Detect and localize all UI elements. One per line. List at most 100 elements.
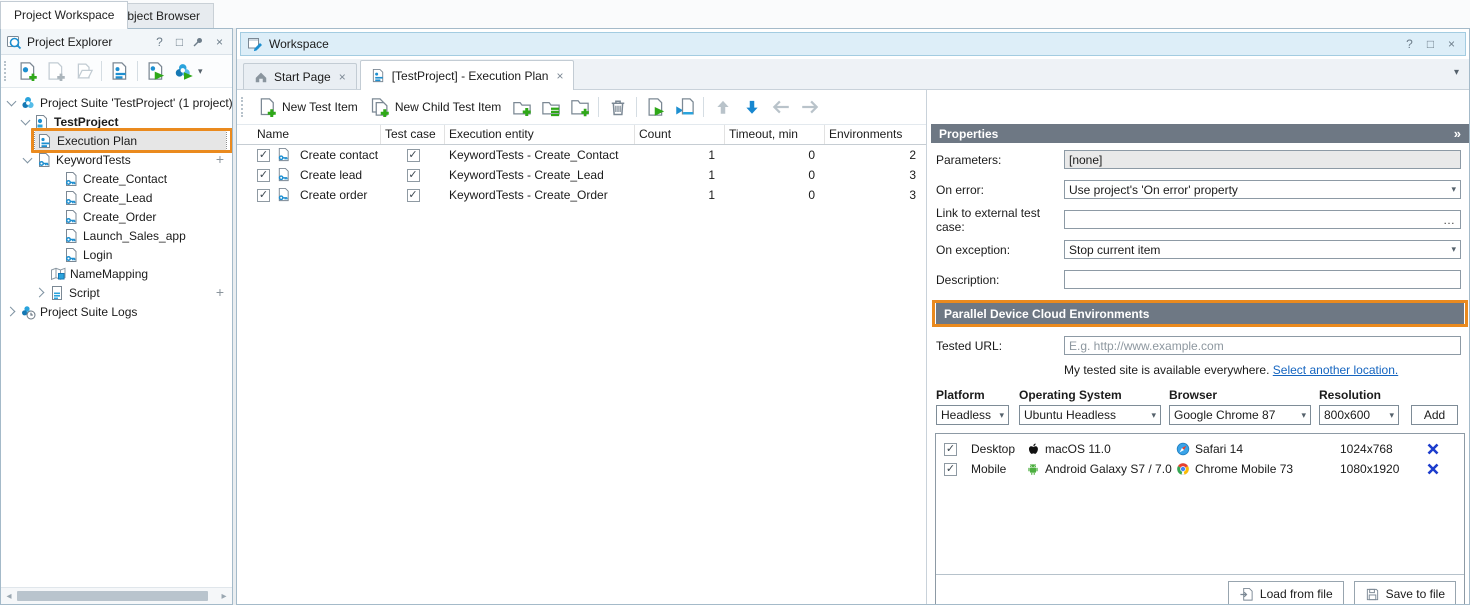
column-header-timeout[interactable]: Timeout, min bbox=[725, 125, 825, 144]
horizontal-scrollbar[interactable]: ◂ ▸ bbox=[1, 587, 232, 604]
toolbar-grip[interactable] bbox=[241, 97, 247, 117]
tree-item-keywordtests[interactable]: KeywordTests + bbox=[1, 150, 232, 169]
maximize-icon[interactable]: □ bbox=[172, 35, 187, 49]
delete-item-button[interactable] bbox=[604, 94, 631, 120]
row-checkbox[interactable]: ✓ bbox=[257, 169, 270, 182]
tree-item-launch-sales-app[interactable]: Launch_Sales_app bbox=[1, 226, 232, 245]
add-new-project-button[interactable] bbox=[14, 58, 41, 84]
tree-item-create-contact[interactable]: Create_Contact bbox=[1, 169, 232, 188]
tested-url-field[interactable] bbox=[1064, 336, 1461, 355]
run-project-button[interactable] bbox=[142, 58, 169, 84]
execution-plan-icon bbox=[37, 133, 53, 149]
select-another-location-link[interactable]: Select another location. bbox=[1273, 363, 1398, 377]
run-project-suite-button[interactable] bbox=[170, 58, 197, 84]
add-environment-button[interactable]: Add bbox=[1411, 405, 1458, 425]
group-items-button[interactable] bbox=[537, 94, 564, 120]
tree-item-create-lead[interactable]: Create_Lead bbox=[1, 188, 232, 207]
pin-icon[interactable] bbox=[192, 36, 207, 48]
add-keyword-test-icon[interactable]: + bbox=[216, 151, 224, 167]
tab-project-workspace[interactable]: Project Workspace bbox=[0, 1, 128, 29]
toolbar-grip[interactable] bbox=[4, 61, 10, 81]
device-checkbox[interactable]: ✓ bbox=[944, 443, 957, 456]
link-external-input[interactable] bbox=[1069, 212, 1443, 227]
add-script-icon[interactable]: + bbox=[216, 284, 224, 300]
add-to-group-button[interactable] bbox=[566, 94, 593, 120]
column-header-count[interactable]: Count bbox=[635, 125, 725, 144]
operating-system-dropdown[interactable]: Ubuntu Headless▾ bbox=[1019, 405, 1161, 425]
table-row[interactable]: ✓Create contact ✓ KeywordTests - Create_… bbox=[237, 145, 926, 165]
column-header-name[interactable]: Name bbox=[237, 125, 381, 144]
move-right-button-disabled[interactable] bbox=[796, 94, 823, 120]
delete-device-icon[interactable] bbox=[1426, 462, 1440, 476]
platform-dropdown[interactable]: Headless▾ bbox=[936, 405, 1009, 425]
device-row-mobile[interactable]: ✓ Mobile Android Galaxy S7 / 7.0 Chrome … bbox=[936, 459, 1464, 479]
selected-tree-item[interactable]: Execution Plan bbox=[35, 131, 226, 150]
table-row[interactable]: ✓Create lead ✓ KeywordTests - Create_Lea… bbox=[237, 165, 926, 185]
tree-item-testproject[interactable]: TestProject bbox=[1, 112, 232, 131]
close-icon[interactable]: × bbox=[212, 35, 227, 49]
on-error-dropdown[interactable]: Use project's 'On error' property▾ bbox=[1064, 180, 1461, 199]
close-icon[interactable]: × bbox=[1444, 37, 1459, 51]
description-field[interactable] bbox=[1064, 270, 1461, 289]
browse-ellipsis-button[interactable]: … bbox=[1443, 213, 1456, 227]
chevron-right-icon[interactable] bbox=[34, 286, 47, 299]
load-from-file-button[interactable]: Load from file bbox=[1228, 581, 1344, 605]
help-icon[interactable]: ? bbox=[152, 35, 167, 49]
chevron-down-icon[interactable] bbox=[21, 153, 34, 166]
run-selected-items-button[interactable] bbox=[671, 94, 698, 120]
scrollbar-thumb[interactable] bbox=[17, 591, 208, 601]
tab-list-caret-icon[interactable]: ▾ bbox=[1454, 67, 1459, 78]
move-left-button-disabled[interactable] bbox=[767, 94, 794, 120]
execution-plan-toolbar-button[interactable] bbox=[106, 58, 133, 84]
chevron-down-icon[interactable] bbox=[19, 115, 32, 128]
close-tab-icon[interactable]: × bbox=[556, 69, 563, 83]
column-header-environments[interactable]: Environments bbox=[825, 125, 926, 144]
tree-item-namemapping[interactable]: NameMapping bbox=[1, 264, 232, 283]
tree-item-project-suite-logs[interactable]: Project Suite Logs bbox=[1, 302, 232, 321]
new-child-test-item-button[interactable]: New Child Test Item bbox=[365, 94, 506, 120]
tab-execution-plan[interactable]: [TestProject] - Execution Plan × bbox=[360, 60, 575, 90]
tested-url-input[interactable] bbox=[1069, 338, 1456, 353]
new-test-item-button[interactable]: New Test Item bbox=[252, 94, 363, 120]
chevron-right-icon[interactable] bbox=[5, 305, 18, 318]
save-to-file-button[interactable]: Save to file bbox=[1354, 581, 1456, 605]
test-case-checkbox[interactable]: ✓ bbox=[407, 169, 420, 182]
chevron-down-icon[interactable] bbox=[5, 96, 18, 109]
description-input[interactable] bbox=[1069, 272, 1456, 287]
row-checkbox[interactable]: ✓ bbox=[257, 149, 270, 162]
move-up-button-disabled[interactable] bbox=[709, 94, 736, 120]
device-checkbox[interactable]: ✓ bbox=[944, 463, 957, 476]
delete-device-icon[interactable] bbox=[1426, 442, 1440, 456]
new-item-button-disabled[interactable] bbox=[42, 58, 69, 84]
browser-dropdown[interactable]: Google Chrome 87▾ bbox=[1169, 405, 1311, 425]
on-exception-dropdown[interactable]: Stop current item▾ bbox=[1064, 240, 1461, 259]
run-options-caret-icon[interactable]: ▾ bbox=[198, 66, 203, 77]
tab-start-page[interactable]: Start Page × bbox=[243, 63, 357, 89]
tree-item-project-suite[interactable]: Project Suite 'TestProject' (1 project) bbox=[1, 93, 232, 112]
link-external-field[interactable]: … bbox=[1064, 210, 1461, 229]
row-checkbox[interactable]: ✓ bbox=[257, 189, 270, 202]
tree-item-login[interactable]: Login bbox=[1, 245, 232, 264]
maximize-icon[interactable]: □ bbox=[1423, 37, 1438, 51]
home-icon bbox=[254, 70, 268, 84]
move-down-button[interactable] bbox=[738, 94, 765, 120]
tree-item-script[interactable]: Script + bbox=[1, 283, 232, 302]
run-focused-item-button[interactable] bbox=[642, 94, 669, 120]
collapse-panel-icon[interactable]: » bbox=[1454, 126, 1461, 141]
resolution-dropdown[interactable]: 800x600▾ bbox=[1319, 405, 1399, 425]
scroll-left-icon[interactable]: ◂ bbox=[3, 591, 15, 602]
device-row-desktop[interactable]: ✓ Desktop macOS 11.0 Safari 14 1024x768 bbox=[936, 439, 1464, 459]
help-icon[interactable]: ? bbox=[1402, 37, 1417, 51]
column-header-test-case[interactable]: Test case bbox=[381, 125, 445, 144]
new-group-button[interactable] bbox=[508, 94, 535, 120]
parameters-field[interactable]: [none] bbox=[1064, 150, 1461, 169]
column-header-execution-entity[interactable]: Execution entity bbox=[445, 125, 635, 144]
open-item-button-disabled[interactable] bbox=[70, 58, 97, 84]
tree-item-execution-plan[interactable]: Execution Plan bbox=[1, 131, 232, 150]
tree-item-create-order[interactable]: Create_Order bbox=[1, 207, 232, 226]
scroll-right-icon[interactable]: ▸ bbox=[218, 591, 230, 602]
test-case-checkbox[interactable]: ✓ bbox=[407, 189, 420, 202]
test-case-checkbox[interactable]: ✓ bbox=[407, 149, 420, 162]
close-tab-icon[interactable]: × bbox=[339, 70, 346, 84]
table-row[interactable]: ✓Create order ✓ KeywordTests - Create_Or… bbox=[237, 185, 926, 205]
